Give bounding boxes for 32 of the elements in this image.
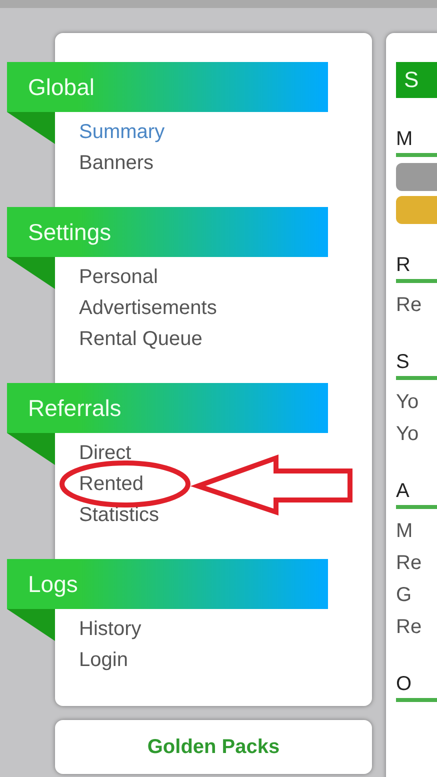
page-title-badge: S (396, 62, 437, 98)
section-text: G (396, 583, 413, 608)
sidebar-link[interactable]: Statistics (79, 500, 160, 531)
sidebar-link[interactable]: Direct (79, 438, 132, 469)
section-text: Re (396, 615, 423, 640)
sidebar-link[interactable]: History (79, 614, 142, 645)
section-text: Re (396, 293, 423, 318)
section-text: Yo (396, 390, 420, 415)
section-heading: O (396, 673, 437, 702)
section-text: Yo (396, 422, 420, 447)
golden-packs-button[interactable]: Golden Packs (55, 720, 372, 774)
ribbon-fold-icon (7, 112, 55, 144)
ribbon-fold-icon (7, 609, 55, 641)
sidebar-link[interactable]: Rental Queue (79, 324, 202, 355)
section-heading: S (396, 351, 437, 380)
section-heading: M (396, 128, 437, 157)
sidebar-link[interactable]: Personal (79, 262, 158, 293)
ribbon-fold-icon (7, 257, 55, 289)
section-text: M (396, 519, 414, 544)
sidebar-link[interactable]: Advertisements (79, 293, 217, 324)
sidebar-link[interactable]: Summary (79, 117, 165, 148)
section-header: Referrals (7, 383, 328, 433)
sidebar-link[interactable]: Banners (79, 148, 154, 179)
section-header: Global (7, 62, 328, 112)
section-heading: R (396, 254, 437, 283)
section-text: Re (396, 551, 423, 576)
section-header: Logs (7, 559, 328, 609)
ribbon-fold-icon (7, 433, 55, 465)
sidebar-link[interactable]: Login (79, 645, 128, 676)
sidebar-link[interactable]: Rented (79, 469, 144, 500)
section-heading: A (396, 480, 437, 509)
section-header: Settings (7, 207, 328, 257)
